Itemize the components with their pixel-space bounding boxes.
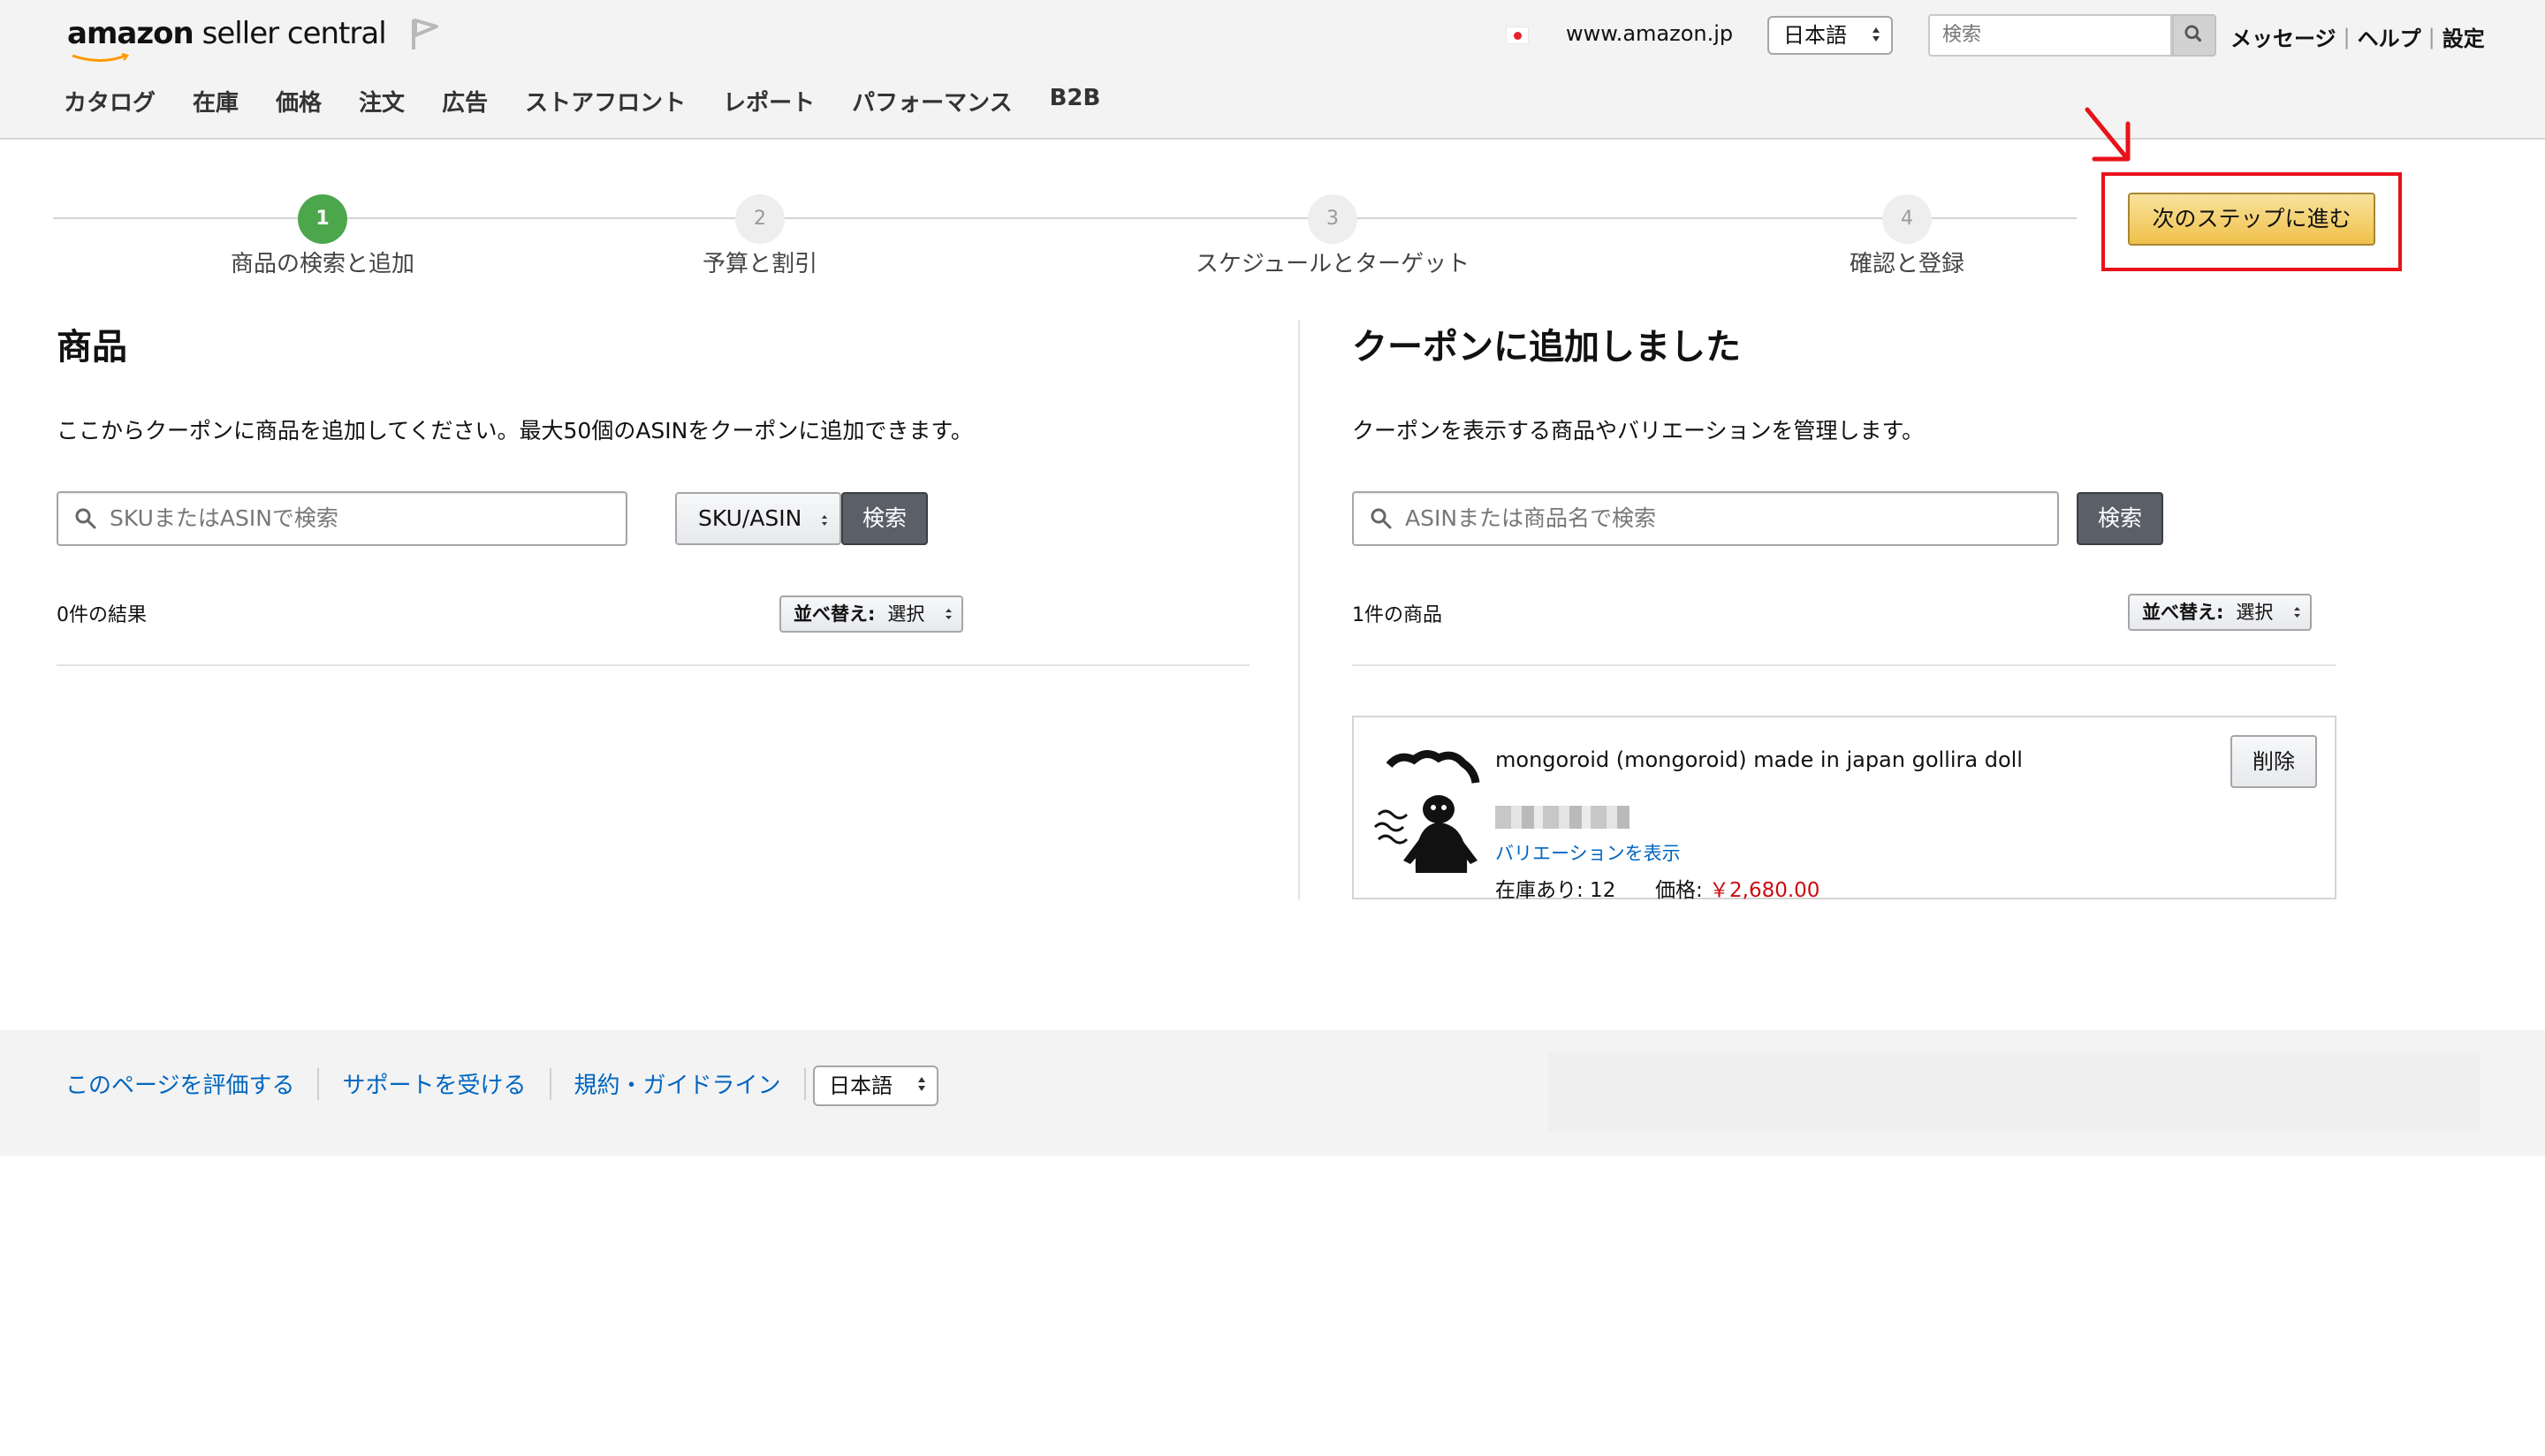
footer: このページを評価する サポートを受ける 規約・ガイドライン 日本語 [0,1030,2545,1156]
left-search-button[interactable]: 検索 [841,492,928,545]
nav-orders[interactable]: 注文 [359,85,405,118]
product-title[interactable]: mongoroid (mongoroid) made in japan goll… [1495,747,2023,772]
search-type-value: SKU/ASIN [698,505,802,531]
added-description: クーポンを表示する商品やバリエーションを管理します。 [1352,418,1925,444]
stock-label: 在庫あり: 12 [1495,879,1616,902]
footer-links: このページを評価する サポートを受ける 規約・ガイドライン [65,1067,829,1100]
right-sort-value: 選択 [2236,602,2274,623]
nav-storefront[interactable]: ストアフロント [525,85,686,118]
nav-b2b[interactable]: B2B [1050,85,1101,118]
seller-central-logo[interactable]: amazon seller central [67,16,387,62]
left-sort-label: 並べ替え: [794,603,876,625]
products-description: ここからクーポンに商品を追加してください。最大50個のASINをクーポンに追加で… [57,418,973,444]
select-arrows-icon [822,515,827,526]
right-sort-label: 並べ替え: [2142,602,2224,623]
footer-blank-area [1548,1053,2480,1131]
right-divider [1352,664,2336,666]
steps-progress-line [53,217,2077,219]
added-title: クーポンに追加しました [1352,327,1741,368]
left-divider [57,664,1250,666]
nav-pricing[interactable]: 価格 [276,85,322,118]
main-nav: カタログ 在庫 価格 注文 広告 ストアフロント レポート パフォーマンス B2… [64,85,1137,118]
step-2-circle: 2 [735,194,785,244]
product-image[interactable] [1364,740,1488,882]
settings-link[interactable]: 設定 [2442,21,2485,52]
next-step-button[interactable]: 次のステップに進む [2128,193,2375,246]
footer-language-value: 日本語 [829,1073,893,1098]
delete-button[interactable]: 削除 [2230,735,2317,788]
step-4-circle: 4 [1882,194,1932,244]
search-icon [1371,508,1392,529]
step-3-circle: 3 [1308,194,1357,244]
logo-product: seller central [201,16,387,51]
nav-catalog[interactable]: カタログ [64,85,156,118]
header-search-placeholder: 検索 [1942,24,1982,46]
right-search-button[interactable]: 検索 [2077,492,2163,545]
right-result-count: 1件の商品 [1352,604,1442,626]
messages-link[interactable]: メッセージ [2230,21,2336,52]
footer-separator [317,1067,320,1100]
left-sort-value: 選択 [887,603,925,625]
step-1-circle: 1 [298,194,347,244]
blurred-asin [1495,806,1630,829]
help-link[interactable]: ヘルプ [2358,21,2421,52]
select-arrows-icon [918,1077,925,1091]
show-variations-link[interactable]: バリエーションを表示 [1495,839,1681,866]
select-arrows-icon [2294,607,2300,618]
get-support-link[interactable]: サポートを受ける [342,1067,526,1100]
asin-name-search-input[interactable]: ASINまたは商品名で検索 [1352,491,2059,546]
nav-reports[interactable]: レポート [723,85,815,118]
header-search-button[interactable] [2172,14,2216,57]
nav-performance[interactable]: パフォーマンス [852,85,1012,118]
products-title: 商品 [57,327,127,368]
annotation-arrow-icon [2085,107,2131,162]
amazon-smile-icon [72,53,130,62]
search-type-select[interactable]: SKU/ASIN [675,492,841,545]
top-header: amazon seller central www.amazon.jp 日本語 … [0,0,2545,140]
select-arrows-icon [1873,27,1880,42]
flag-icon[interactable] [408,16,442,51]
logo-brand: amazon [67,16,194,51]
language-select-value: 日本語 [1783,23,1847,48]
footer-separator [549,1067,551,1100]
search-icon [2184,25,2202,42]
left-result-count: 0件の結果 [57,604,147,626]
product-card: mongoroid (mongoroid) made in japan goll… [1352,716,2336,902]
price-label: 価格: [1654,879,1703,902]
search-icon [75,508,96,529]
language-select[interactable]: 日本語 [1767,16,1893,55]
footer-language-select[interactable]: 日本語 [813,1065,938,1106]
nav-advertising[interactable]: 広告 [442,85,488,118]
nav-inventory[interactable]: 在庫 [193,85,239,118]
sku-asin-search-input[interactable]: SKUまたはASINで検索 [57,491,627,546]
marketplace-label[interactable]: www.amazon.jp [1566,21,1733,46]
stock-price-line: 在庫あり: 12 価格: ￥2,680.00 [1495,873,1819,903]
price-value: ￥2,680.00 [1709,879,1820,902]
select-arrows-icon [946,609,952,619]
policies-link[interactable]: 規約・ガイドライン [574,1067,781,1100]
asin-name-search-placeholder: ASINまたは商品名で検索 [1405,505,1657,531]
step-1-label: 商品の検索と追加 [230,251,415,277]
left-sort-select[interactable]: 並べ替え: 選択 [779,595,963,633]
header-search-input[interactable]: 検索 [1928,14,2172,57]
link-separator: | [2343,24,2351,49]
sku-asin-search-placeholder: SKUまたはASINで検索 [110,505,338,531]
top-links: メッセージ | ヘルプ | 設定 [2230,21,2485,52]
panel-divider [1298,320,1300,899]
link-separator: | [2427,24,2435,49]
step-4-label: 確認と登録 [1849,251,1965,277]
step-3-label: スケジュールとターゲット [1195,251,1470,277]
right-sort-select[interactable]: 並べ替え: 選択 [2128,594,2312,631]
rate-page-link[interactable]: このページを評価する [65,1067,294,1100]
japan-flag-icon [1506,27,1529,44]
footer-separator [803,1067,806,1100]
step-2-label: 予算と割引 [702,251,818,277]
